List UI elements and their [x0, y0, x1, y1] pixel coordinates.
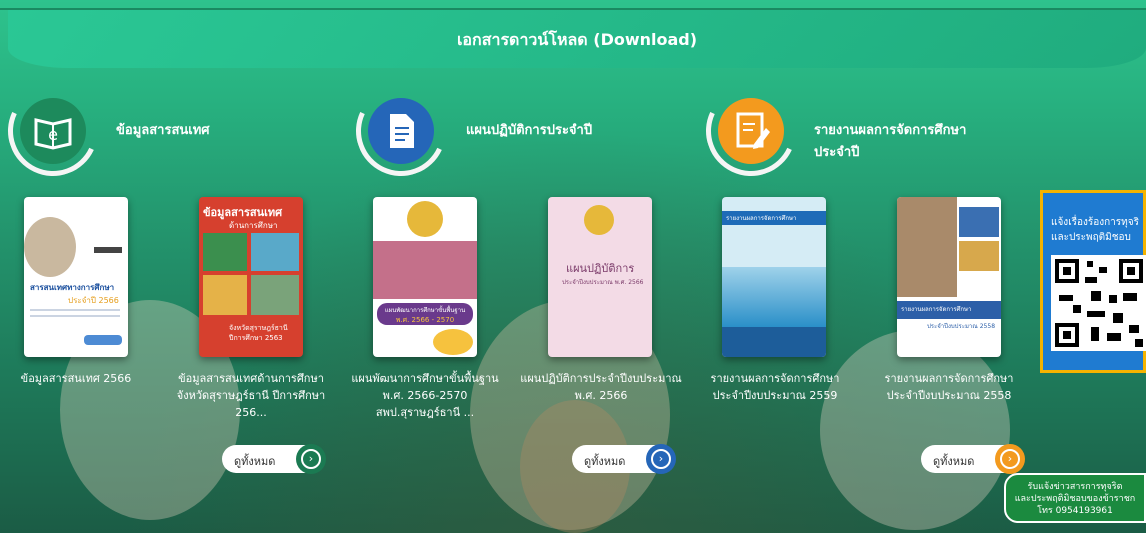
cover-photo — [251, 275, 299, 315]
cover-wave — [722, 267, 826, 327]
document-card[interactable]: รายงานผลการจัดการศึกษา — [722, 197, 826, 357]
section-title: เอกสารดาวน์โหลด (Download) — [456, 30, 698, 49]
cover-title: รายงานผลการจัดการศึกษา — [726, 215, 797, 222]
cover-subtitle: พ.ศ. 2566 - 2570 — [395, 316, 455, 324]
corruption-news-button[interactable]: รับแจ้งข่าวสารการทุจริต และประพฤติมิชอบข… — [1004, 473, 1146, 523]
view-all-button-report[interactable]: ดูทั้งหมด › — [921, 444, 1025, 474]
qr-code-icon — [1051, 255, 1146, 351]
cover-subtitle: ประจำปีงบประมาณ 2558 — [927, 323, 996, 330]
view-all-label: ดูทั้งหมด — [584, 455, 626, 468]
cover-line — [30, 315, 120, 317]
cover-badge — [84, 335, 122, 345]
card-caption[interactable]: แผนปฏิบัติการประจำปีงบประมาณ พ.ศ. 2566 — [518, 370, 684, 404]
cover-dots — [94, 247, 122, 253]
logo-icon — [407, 201, 443, 237]
cover-photo — [251, 233, 299, 271]
category-label: รายงานผลการจัดการศึกษา ประจำปี — [814, 123, 967, 160]
cover-title: แผนปฏิบัติการ — [566, 262, 635, 275]
cover-subtitle: ด้านการศึกษา — [229, 221, 278, 230]
cover-decoration — [433, 329, 473, 355]
edit-report-icon — [718, 98, 784, 164]
card-caption[interactable]: แผนพัฒนาการศึกษาขั้นพื้นฐาน พ.ศ. 2566-25… — [342, 370, 508, 421]
document-icon — [368, 98, 434, 164]
cover-photo — [203, 275, 247, 315]
cover-photo — [897, 197, 957, 297]
cover-photo — [959, 207, 999, 237]
corruption-report-panel[interactable]: แจ้งเรื่องร้องการทุจริ และประพฤติมิชอบ — [1040, 190, 1146, 373]
cover-title: รายงานผลการจัดการศึกษา — [901, 306, 972, 313]
category-label: แผนปฏิบัติการประจำปี — [466, 123, 593, 138]
card-caption[interactable]: ข้อมูลสารสนเทศ 2566 — [10, 370, 142, 387]
cover-photo — [24, 217, 76, 277]
document-card[interactable]: ข้อมูลสารสนเทศ ด้านการศึกษา จังหวัดสุราษ… — [199, 197, 303, 357]
e-book-icon: e — [20, 98, 86, 164]
cover-photo — [373, 241, 477, 299]
cover-footer-band — [722, 327, 826, 357]
cover-photo — [203, 233, 247, 271]
view-all-label: ดูทั้งหมด — [933, 455, 975, 468]
card-caption[interactable]: รายงานผลการจัดการศึกษา ประจำปีงบประมาณ 2… — [866, 370, 1032, 404]
document-card[interactable]: สารสนเทศทางการศึกษา ประจำปี 2566 — [24, 197, 128, 357]
chevron-right-icon: › — [646, 444, 676, 474]
category-plan[interactable]: แผนปฏิบัติการประจำปี — [343, 73, 698, 189]
cover-subtitle: ประจำปี 2566 — [68, 296, 119, 305]
category-label: ข้อมูลสารสนเทศ — [116, 123, 210, 138]
document-card[interactable]: รายงานผลการจัดการศึกษา ประจำปีงบประมาณ 2… — [897, 197, 1001, 357]
category-report[interactable]: รายงานผลการจัดการศึกษา ประจำปี — [693, 73, 1018, 189]
cover-line — [30, 309, 120, 311]
logo-icon — [584, 205, 614, 235]
document-card[interactable]: แผนพัฒนาการศึกษาขั้นพื้นฐาน พ.ศ. 2566 - … — [373, 197, 477, 357]
cover-title: แผนพัฒนาการศึกษาขั้นพื้นฐาน — [384, 307, 466, 314]
qr-panel-text: แจ้งเรื่องร้องการทุจริ และประพฤติมิชอบ — [1051, 217, 1139, 243]
document-card[interactable]: แผนปฏิบัติการ ประจำปีงบประมาณ พ.ศ. 2566 — [548, 197, 652, 357]
cover-footer: ปีการศึกษา 2563 — [229, 334, 283, 342]
view-all-button-information[interactable]: ดูทั้งหมด › — [222, 444, 326, 474]
chevron-right-icon: › — [296, 444, 326, 474]
card-caption[interactable]: ข้อมูลสารสนเทศด้านการศึกษา จังหวัดสุราษฎ… — [168, 370, 334, 421]
category-information[interactable]: e ข้อมูลสารสนเทศ — [0, 73, 340, 189]
chevron-right-icon: › — [995, 444, 1025, 474]
cover-subtitle: ประจำปีงบประมาณ พ.ศ. 2566 — [562, 279, 644, 286]
cover-photo — [959, 241, 999, 271]
view-all-button-plan[interactable]: ดูทั้งหมด › — [572, 444, 676, 474]
svg-text:e: e — [48, 125, 58, 144]
cover-title: สารสนเทศทางการศึกษา — [30, 283, 115, 292]
section-header: เอกสารดาวน์โหลด (Download) — [8, 10, 1146, 68]
view-all-label: ดูทั้งหมด — [234, 455, 276, 468]
card-caption[interactable]: รายงานผลการจัดการศึกษา ประจำปีงบประมาณ 2… — [692, 370, 858, 404]
